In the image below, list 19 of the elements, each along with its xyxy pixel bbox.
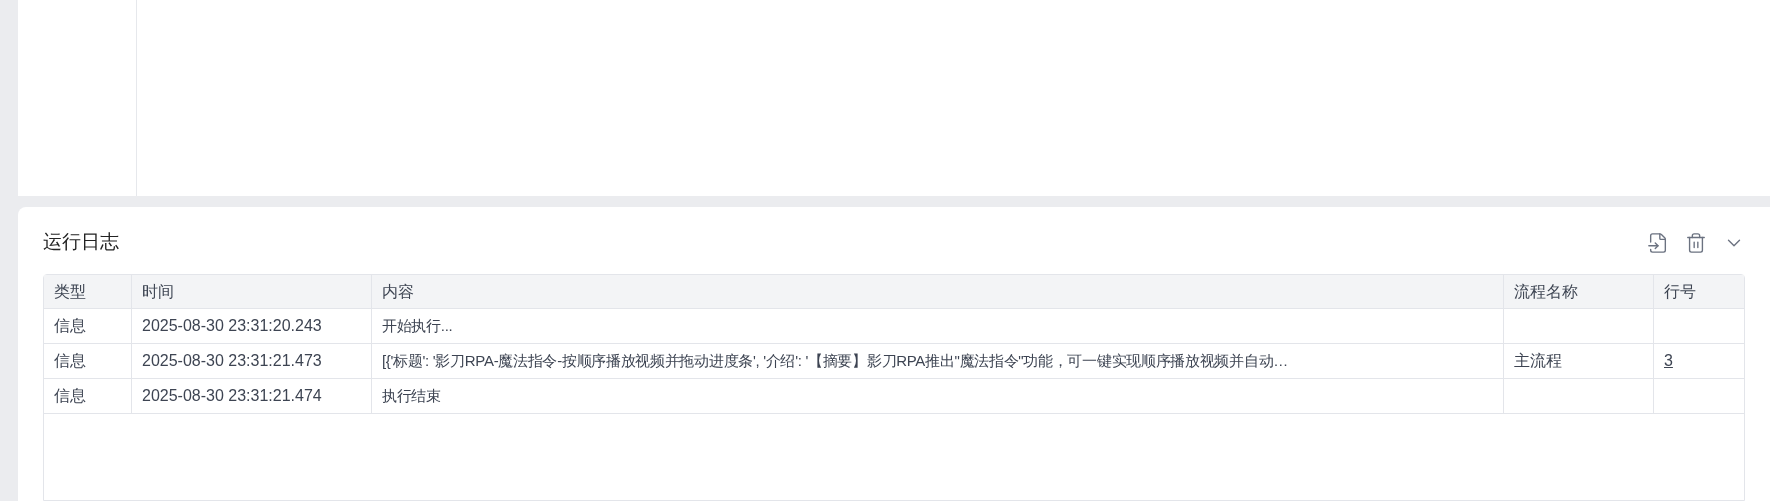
table-cell-text: 信息 xyxy=(54,316,86,336)
table-cell-text: 开始执行... xyxy=(382,315,453,336)
panel-title: 运行日志 xyxy=(43,230,119,255)
table-cell-text: 主流程 xyxy=(1514,351,1562,371)
column-header: 内容 xyxy=(382,281,414,302)
column-header: 时间 xyxy=(142,281,174,302)
table-cell-text: [{'标题': '影刀RPA-魔法指令-按顺序播放视频并拖动进度条', '介绍': '【摘要】影刀RPA推出"魔法指令"功能，可一键实现顺序播放视频并自动… xyxy=(382,350,1288,371)
column-header: 流程名称 xyxy=(1514,281,1578,302)
table-cell-text: 执行结束 xyxy=(382,385,441,406)
export-icon[interactable] xyxy=(1647,231,1669,254)
line-number-link[interactable]: 3 xyxy=(1664,349,1673,373)
column-header: 行号 xyxy=(1664,281,1696,302)
column-header: 类型 xyxy=(54,281,86,302)
table-cell-text: 2025-08-30 23:31:20.243 xyxy=(142,316,322,336)
table-cell-text: 信息 xyxy=(54,351,86,371)
table-cell-text: 信息 xyxy=(54,386,86,406)
table-cell-text: 2025-08-30 23:31:21.474 xyxy=(142,386,322,406)
table-cell-text: 2025-08-30 23:31:21.473 xyxy=(142,351,322,371)
delete-icon[interactable] xyxy=(1685,231,1707,254)
